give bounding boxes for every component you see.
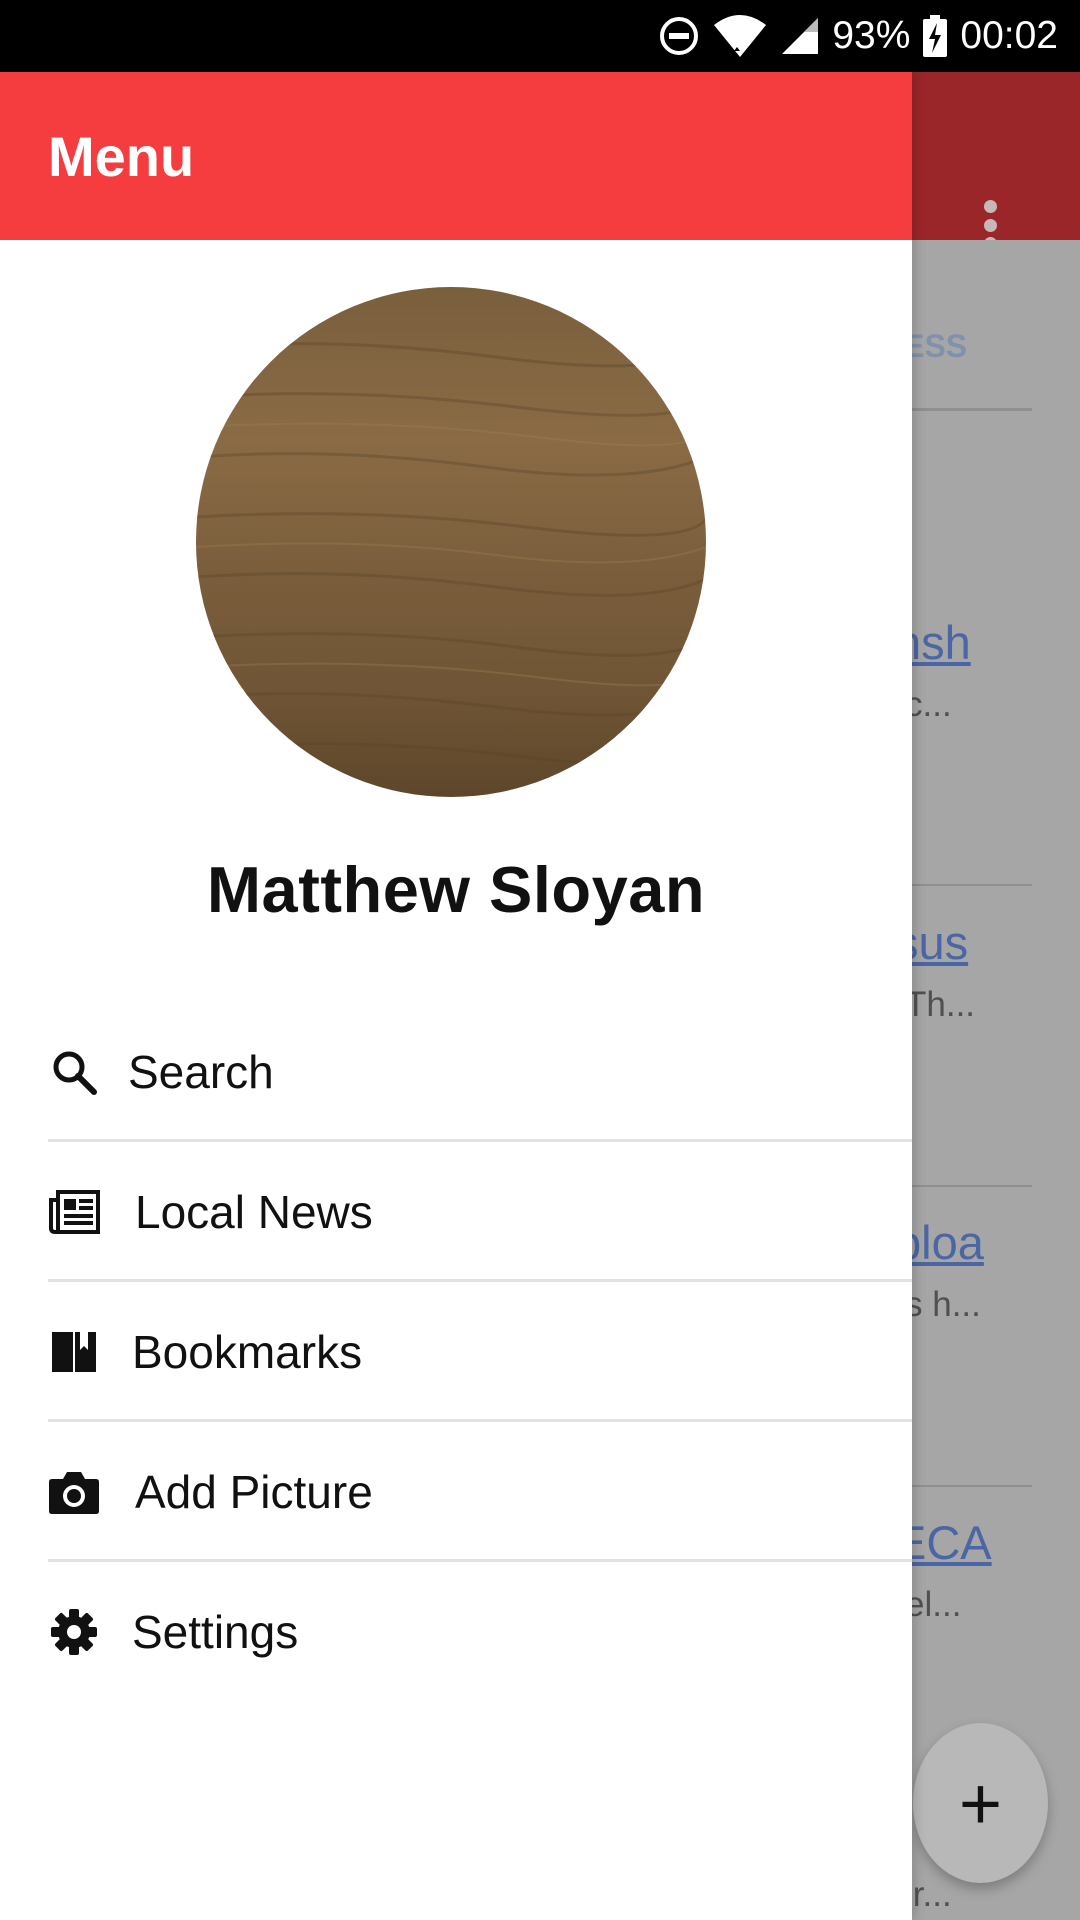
menu-item-local-news[interactable]: Local News <box>0 1142 912 1282</box>
drawer-app-bar: Menu <box>0 72 912 240</box>
add-fab-button[interactable]: + <box>913 1723 1048 1883</box>
menu-item-label: Settings <box>132 1606 299 1658</box>
newspaper-icon <box>48 1186 100 1238</box>
cell-signal-icon <box>780 16 820 56</box>
menu-item-label: Search <box>128 1046 274 1098</box>
background-article-snippet: c... <box>905 685 952 724</box>
gear-icon <box>48 1606 100 1658</box>
search-icon <box>48 1046 100 1098</box>
background-article-snippet: Th... <box>905 985 976 1024</box>
avatar-wood-image <box>196 287 706 797</box>
menu-item-settings[interactable]: Settings <box>0 1562 912 1702</box>
background-divider <box>895 1485 1032 1487</box>
menu-item-label: Add Picture <box>135 1466 373 1518</box>
background-article-snippet: s h... <box>905 1285 981 1324</box>
drawer-menu: Search Local News Bookmarks Add Picture <box>0 1002 912 1702</box>
menu-item-search[interactable]: Search <box>0 1002 912 1142</box>
wifi-icon <box>712 13 768 59</box>
background-divider <box>895 884 1032 886</box>
background-article-snippet: ir... <box>905 1875 952 1914</box>
background-tab-indicator <box>895 408 1032 411</box>
status-bar: 93% 00:02 <box>0 0 1080 72</box>
battery-percent: 93% <box>832 14 911 57</box>
menu-item-bookmarks[interactable]: Bookmarks <box>0 1282 912 1422</box>
bookmarks-icon <box>48 1326 100 1378</box>
menu-item-add-picture[interactable]: Add Picture <box>0 1422 912 1562</box>
avatar[interactable] <box>196 287 706 797</box>
navigation-drawer: Menu Matthew Sloyan Search Local News Bo… <box>0 72 912 1920</box>
menu-item-label: Local News <box>135 1186 373 1238</box>
drawer-title: Menu <box>48 125 195 188</box>
clock: 00:02 <box>960 14 1058 57</box>
menu-item-label: Bookmarks <box>132 1326 363 1378</box>
profile-name: Matthew Sloyan <box>206 853 706 926</box>
plus-icon: + <box>958 1761 1003 1845</box>
battery-charging-icon <box>922 15 948 57</box>
do-not-disturb-icon <box>658 15 700 57</box>
background-divider <box>895 1185 1032 1187</box>
background-article-snippet: el... <box>905 1585 962 1624</box>
camera-icon <box>48 1466 100 1518</box>
